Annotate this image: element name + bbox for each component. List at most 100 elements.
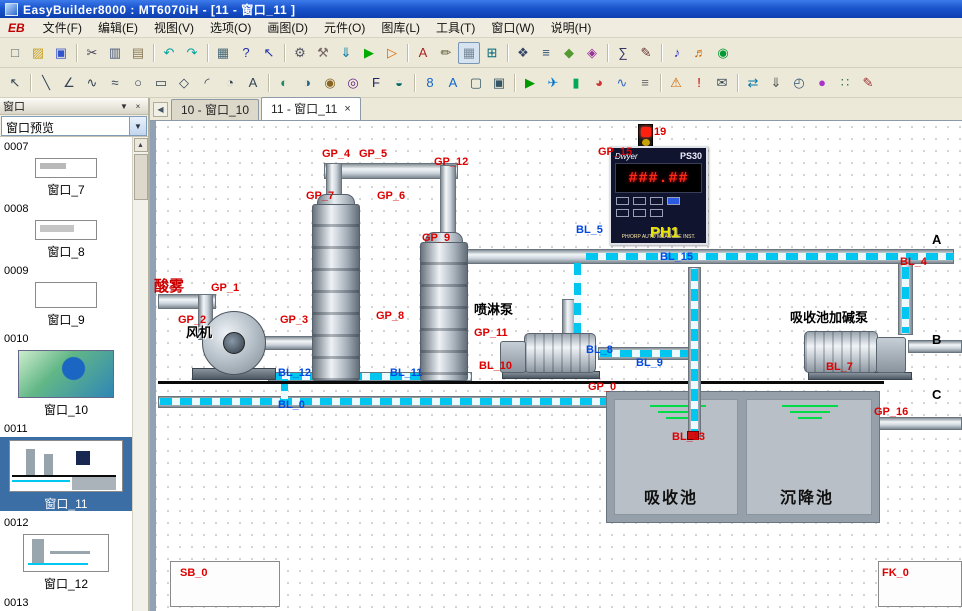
bit-lamp-button[interactable]: ◐ bbox=[273, 72, 295, 94]
word-lamp-button[interactable]: ◑ bbox=[296, 72, 318, 94]
cut-button[interactable]: ✂ bbox=[81, 42, 103, 64]
ground-line[interactable] bbox=[158, 381, 884, 384]
scroll-up-icon[interactable]: ▲ bbox=[134, 138, 148, 152]
window-thumbnail[interactable] bbox=[0, 347, 132, 401]
canvas-label-BL_8[interactable]: BL_8 bbox=[586, 345, 613, 356]
panel-close-button[interactable]: × bbox=[131, 100, 145, 113]
direct-window-button[interactable]: ▣ bbox=[488, 72, 510, 94]
canvas-label-C[interactable]: C bbox=[932, 388, 941, 401]
canvas-label-风机[interactable]: 风机 bbox=[186, 326, 212, 339]
fan-hub[interactable] bbox=[223, 332, 245, 354]
canvas-label-GP_0[interactable]: GP_0 bbox=[588, 382, 616, 393]
canvas-label-BL_4[interactable]: BL_4 bbox=[900, 257, 927, 268]
flowline-bl5[interactable] bbox=[574, 263, 581, 337]
window-item-0009[interactable]: 0009窗口_9 bbox=[0, 263, 132, 331]
open-folder-button[interactable]: ▨ bbox=[27, 42, 49, 64]
menu-item-视图(V)[interactable]: 视图(V) bbox=[146, 19, 202, 37]
flowline-tank-drop[interactable] bbox=[691, 269, 698, 435]
flowline-bl0[interactable] bbox=[160, 398, 606, 405]
alarm-display-button[interactable]: ! bbox=[688, 72, 710, 94]
canvas-label-19[interactable]: 19 bbox=[654, 127, 666, 138]
label-library-button[interactable]: ≡ bbox=[535, 42, 557, 64]
canvas-label-沉降池[interactable]: 沉降池 bbox=[780, 491, 834, 507]
select-button[interactable]: ↖ bbox=[4, 72, 26, 94]
undo-button[interactable]: ↶ bbox=[158, 42, 180, 64]
canvas-label-PH1[interactable]: PH1 bbox=[650, 225, 679, 240]
canvas-label-BL_11[interactable]: BL_11 bbox=[390, 368, 422, 379]
menu-item-窗口(W)[interactable]: 窗口(W) bbox=[483, 19, 542, 37]
menu-item-工具(T)[interactable]: 工具(T) bbox=[428, 19, 483, 37]
pipe-gp16[interactable] bbox=[877, 417, 962, 430]
copy-button[interactable]: ▥ bbox=[104, 42, 126, 64]
canvas-label-BL_7[interactable]: BL_7 bbox=[826, 362, 853, 373]
backup-button[interactable]: ⇓ bbox=[765, 72, 787, 94]
polyline-button[interactable]: ∠ bbox=[58, 72, 80, 94]
set-word-button[interactable]: ◎ bbox=[342, 72, 364, 94]
canvas-label-BL_15[interactable]: BL_15 bbox=[660, 252, 693, 263]
macro-button[interactable]: ∑ bbox=[612, 42, 634, 64]
panel-menu-button[interactable]: ▼ bbox=[117, 100, 131, 113]
new-file-button[interactable]: □ bbox=[4, 42, 26, 64]
download-button[interactable]: ⇓ bbox=[335, 42, 357, 64]
canvas-label-吸收池[interactable]: 吸收池 bbox=[644, 491, 698, 507]
menu-item-画图(D)[interactable]: 画图(D) bbox=[259, 19, 316, 37]
canvas-label-BL_10[interactable]: BL_10 bbox=[479, 361, 512, 372]
window-item-0007[interactable]: 0007窗口_7 bbox=[0, 139, 132, 201]
menu-item-选项(O)[interactable]: 选项(O) bbox=[202, 19, 259, 37]
window-item-0011[interactable]: 0011窗口_11 bbox=[0, 421, 132, 515]
canvas-label-FK_0[interactable]: FK_0 bbox=[882, 568, 909, 579]
xy-plot-button[interactable]: ∷ bbox=[834, 72, 856, 94]
scrollbar[interactable]: ▲ bbox=[132, 137, 148, 611]
freehand-button[interactable]: ≈ bbox=[104, 72, 126, 94]
menu-item-编辑(E)[interactable]: 编辑(E) bbox=[90, 19, 146, 37]
window-item-0008[interactable]: 0008窗口_8 bbox=[0, 201, 132, 263]
alkali-pump-head[interactable] bbox=[876, 337, 906, 373]
canvas-label-吸收池加碱泵[interactable]: 吸收池加碱泵 bbox=[790, 311, 868, 324]
window-item-0010[interactable]: 0010窗口_10 bbox=[0, 331, 132, 421]
data-transfer-button[interactable]: ⇄ bbox=[742, 72, 764, 94]
toggle-switch-button[interactable]: ◒ bbox=[388, 72, 410, 94]
canvas-label-BL_12[interactable]: BL_12 bbox=[278, 368, 311, 379]
numeric-display-button[interactable]: 8 bbox=[419, 72, 441, 94]
recipe-button[interactable]: ✎ bbox=[857, 72, 879, 94]
bar-graph-button[interactable]: ▮ bbox=[565, 72, 587, 94]
grid-button[interactable]: ▦ bbox=[458, 42, 480, 64]
canvas-label-BL_0[interactable]: BL_0 bbox=[278, 400, 305, 411]
moving-shape-button[interactable]: ▶ bbox=[519, 72, 541, 94]
canvas-label-GP_16[interactable]: GP_16 bbox=[874, 407, 908, 418]
window-thumbnail[interactable] bbox=[0, 531, 132, 575]
flowline-main[interactable] bbox=[586, 253, 954, 260]
scrubber-tower-2[interactable] bbox=[420, 242, 468, 381]
animation-button[interactable]: ✈ bbox=[542, 72, 564, 94]
tab-10 - 窗口_10[interactable]: 10 - 窗口_10 bbox=[171, 99, 259, 120]
curve-button[interactable]: ∿ bbox=[81, 72, 103, 94]
canvas-label-GP_3[interactable]: GP_3 bbox=[280, 315, 308, 326]
window-thumbnail[interactable] bbox=[0, 437, 132, 495]
paste-button[interactable]: ▤ bbox=[127, 42, 149, 64]
pipe-fan-outlet[interactable] bbox=[262, 336, 316, 350]
window-item-0013[interactable]: 0013 bbox=[0, 595, 132, 611]
history-display-button[interactable]: ≡ bbox=[634, 72, 656, 94]
media-button[interactable]: ♬ bbox=[689, 42, 711, 64]
window-item-0012[interactable]: 0012窗口_12 bbox=[0, 515, 132, 595]
redo-button[interactable]: ↷ bbox=[181, 42, 203, 64]
font-button[interactable]: A bbox=[412, 42, 434, 64]
canvas-label-BL_13[interactable]: BL_13 bbox=[672, 432, 705, 443]
pie-chart-button[interactable]: ● bbox=[811, 72, 833, 94]
scrollbar-thumb[interactable] bbox=[134, 154, 148, 200]
polygon-button[interactable]: ◇ bbox=[173, 72, 195, 94]
window-thumbnail[interactable] bbox=[0, 155, 132, 181]
canvas-label-GP_15[interactable]: GP_15 bbox=[598, 147, 632, 158]
flowline-bl8[interactable] bbox=[600, 350, 696, 357]
gif-button[interactable]: ◉ bbox=[712, 42, 734, 64]
circle-button[interactable]: ○ bbox=[127, 72, 149, 94]
canvas-label-A[interactable]: A bbox=[932, 233, 941, 246]
canvas-label-GP_7[interactable]: GP_7 bbox=[306, 191, 334, 202]
indirect-window-button[interactable]: ▢ bbox=[465, 72, 487, 94]
canvas-label-BL_5[interactable]: BL_5 bbox=[576, 225, 603, 236]
scheduler-button[interactable]: ◴ bbox=[788, 72, 810, 94]
canvas-label-GP_4[interactable]: GP_4 bbox=[322, 149, 350, 160]
help-button[interactable]: ? bbox=[235, 42, 257, 64]
line-button[interactable]: ╲ bbox=[35, 72, 57, 94]
print-button[interactable]: ▦ bbox=[212, 42, 234, 64]
